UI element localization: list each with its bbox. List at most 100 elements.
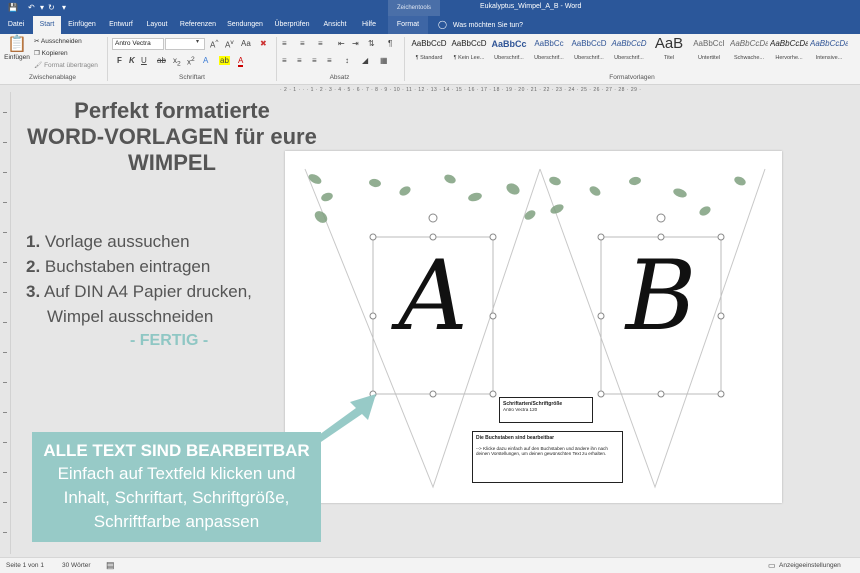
- increase-indent-icon[interactable]: ⇥: [352, 39, 359, 48]
- bold-button[interactable]: F: [117, 56, 122, 65]
- superscript-icon[interactable]: x2: [187, 56, 195, 67]
- tab-format[interactable]: Format: [388, 16, 428, 34]
- style-heading-1[interactable]: AaBbCc Überschrif...: [490, 37, 528, 69]
- style-standard[interactable]: AaBbCcD ¶ Standard: [410, 37, 448, 69]
- paste-label: Einfügen: [4, 54, 30, 61]
- font-name-box[interactable]: Antro Vectra: [112, 38, 164, 50]
- tab-start[interactable]: Start: [33, 16, 61, 34]
- clear-formatting-icon[interactable]: ✖: [260, 39, 267, 48]
- style-preview: AaB: [654, 37, 684, 51]
- shading-icon[interactable]: ◢: [362, 56, 368, 65]
- proofing-icon[interactable]: ▤: [106, 560, 115, 571]
- headline-line: WORD-VORLAGEN für eure: [27, 124, 317, 149]
- undo-dropdown-icon[interactable]: ▾: [40, 3, 44, 12]
- clipboard-group-label: Zwischenablage: [29, 74, 76, 81]
- chevron-down-icon[interactable]: ▾: [196, 38, 199, 45]
- headline-line: WIMPEL: [128, 150, 216, 175]
- style-subtitle[interactable]: AaBbCcI Untertitel: [690, 37, 728, 69]
- italic-button[interactable]: K: [129, 56, 135, 65]
- customize-quick-access-icon[interactable]: ▾: [62, 3, 66, 12]
- style-name: Überschrif...: [574, 55, 604, 61]
- underline-button[interactable]: U: [141, 56, 147, 65]
- word-count[interactable]: 30 Wörter: [62, 562, 91, 569]
- undo-icon[interactable]: ↶: [28, 3, 35, 12]
- tab-hilfe[interactable]: Hilfe: [356, 16, 382, 34]
- style-preview: AaBbCcDa: [770, 39, 808, 48]
- title-bar: 💾 ↶ ▾ ↻ ▾ Zeichentools Eukalyptus_Wimpel…: [0, 0, 860, 16]
- display-settings-button[interactable]: Anzeigeeinstellungen: [779, 562, 841, 569]
- tab-referenzen[interactable]: Referenzen: [176, 16, 220, 34]
- style-preview: AaBbCcD: [451, 39, 487, 48]
- step-item: Wimpel ausschneiden: [47, 307, 213, 327]
- horizontal-ruler[interactable]: · 2 · 1 · · · 1 · 2 · 3 · 4 · 5 · 6 · 7 …: [280, 86, 780, 94]
- sort-icon[interactable]: ⇅: [368, 39, 375, 48]
- tell-me-search[interactable]: ◯ Was möchten Sie tun?: [438, 16, 523, 34]
- style-preview: AaBbCcD: [611, 39, 647, 48]
- ruler-tick: [3, 112, 7, 113]
- tab-datei[interactable]: Datei: [3, 16, 29, 34]
- ruler-tick: [3, 502, 7, 503]
- save-icon[interactable]: 💾: [8, 3, 18, 12]
- paste-button[interactable]: 📋 Einfügen: [4, 36, 30, 70]
- style-name: Schwache...: [734, 55, 764, 61]
- align-right-icon[interactable]: ≡: [312, 56, 317, 65]
- numbering-icon[interactable]: ≡: [300, 39, 305, 48]
- style-intense-emphasis[interactable]: AaBbCcDa Intensive...: [810, 37, 848, 69]
- style-name: ¶ Kein Lee...: [453, 55, 485, 61]
- style-emphasis[interactable]: AaBbCcDa Hervorhe...: [770, 37, 808, 69]
- pennant-letter-a[interactable]: A: [373, 231, 493, 361]
- font-color-icon[interactable]: A: [238, 56, 244, 67]
- ruler-tick: [3, 172, 7, 173]
- align-left-icon[interactable]: ≡: [282, 56, 287, 65]
- redo-icon[interactable]: ↻: [48, 3, 55, 12]
- ruler-tick: [3, 382, 7, 383]
- line-spacing-icon[interactable]: ↕: [345, 56, 349, 65]
- strikethrough-icon[interactable]: ab: [157, 56, 166, 65]
- tab-ueberpruefen[interactable]: Überprüfen: [270, 16, 314, 34]
- align-center-icon[interactable]: ≡: [297, 56, 302, 65]
- fertig-label: - FERTIG -: [130, 332, 209, 349]
- decrease-indent-icon[interactable]: ⇤: [338, 39, 345, 48]
- justify-icon[interactable]: ≡: [327, 56, 332, 65]
- document-page[interactable]: A B Schriftarten/Schriftgröße Antro Vect…: [285, 151, 782, 503]
- style-kein-leerraum[interactable]: AaBbCcD ¶ Kein Lee...: [450, 37, 488, 69]
- shrink-font-icon[interactable]: Av: [225, 39, 234, 50]
- format-painter-button[interactable]: 🖌 Format übertragen: [34, 61, 98, 69]
- instructions-textbox[interactable]: Die Buchstaben sind bearbeitbar --> Klic…: [472, 431, 623, 483]
- callout-line: Inhalt, Schriftart, Schriftgröße,: [63, 488, 290, 507]
- copy-button[interactable]: ❐ Kopieren: [34, 49, 68, 57]
- ruler-tick: [3, 442, 7, 443]
- subscript-icon[interactable]: x2: [173, 56, 181, 68]
- style-subtle-emphasis[interactable]: AaBbCcDa Schwache...: [730, 37, 768, 69]
- tab-layout[interactable]: Layout: [142, 16, 172, 34]
- style-heading-3[interactable]: AaBbCcD Überschrif...: [570, 37, 608, 69]
- ribbon-tabs: Datei Start Einfügen Entwurf Layout Refe…: [0, 16, 860, 34]
- page-count[interactable]: Seite 1 von 1: [6, 562, 44, 569]
- cut-button[interactable]: ✂ Ausschneiden: [34, 37, 82, 45]
- pennant-letter-b[interactable]: B: [601, 231, 721, 361]
- multilevel-list-icon[interactable]: ≡: [318, 39, 323, 48]
- ruler-tick: [3, 232, 7, 233]
- highlight-icon[interactable]: ab: [219, 56, 230, 65]
- vertical-ruler[interactable]: [0, 92, 11, 554]
- text-effects-icon[interactable]: A: [203, 56, 208, 65]
- style-title[interactable]: AaB Titel: [650, 37, 688, 69]
- style-name: ¶ Standard: [415, 55, 443, 61]
- tab-sendungen[interactable]: Sendungen: [224, 16, 266, 34]
- callout-line: Schriftfarbe anpassen: [93, 512, 260, 531]
- tab-einfuegen[interactable]: Einfügen: [64, 16, 100, 34]
- cut-label: Ausschneiden: [40, 38, 82, 45]
- bullets-icon[interactable]: ≡: [282, 39, 287, 48]
- font-info-textbox[interactable]: Schriftarten/Schriftgröße Antro Vectra 1…: [499, 397, 593, 423]
- change-case-icon[interactable]: Aa: [241, 39, 251, 48]
- borders-icon[interactable]: ▦: [380, 56, 388, 65]
- tab-entwurf[interactable]: Entwurf: [104, 16, 138, 34]
- grow-font-icon[interactable]: A^: [210, 39, 218, 50]
- style-heading-2[interactable]: AaBbCc Überschrif...: [530, 37, 568, 69]
- style-name: Intensive...: [815, 55, 843, 61]
- lightbulb-icon: ◯: [438, 20, 447, 29]
- style-preview: AaBbCcD: [411, 39, 447, 48]
- pilcrow-icon[interactable]: ¶: [388, 39, 392, 48]
- style-heading-4[interactable]: AaBbCcD Überschrif...: [610, 37, 648, 69]
- tab-ansicht[interactable]: Ansicht: [318, 16, 352, 34]
